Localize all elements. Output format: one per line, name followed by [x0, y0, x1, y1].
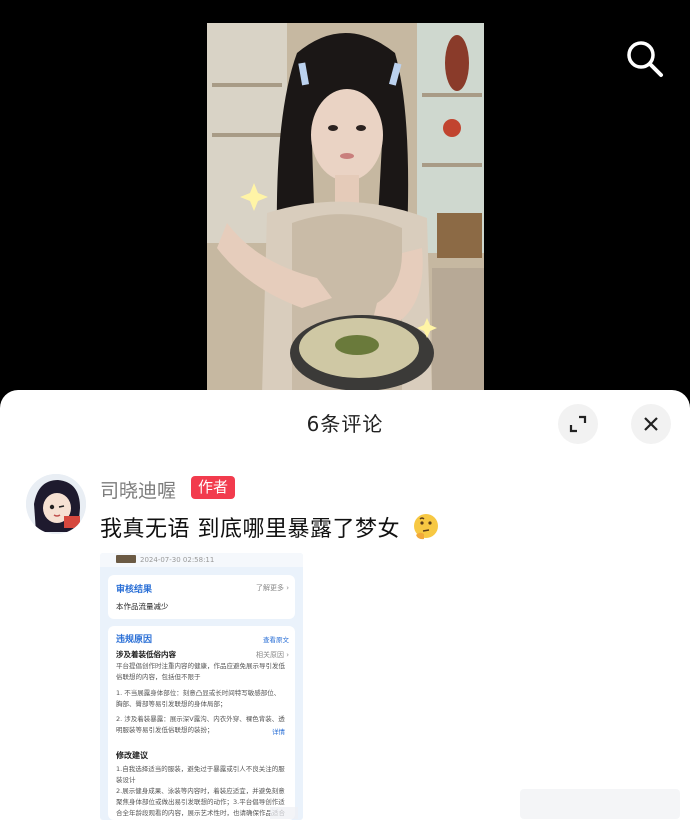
violation-description: 平台提倡创作时注重内容的健康，作品应避免展示导引发低俗联想的内容，包括但不限于 [116, 662, 285, 681]
violation-item-1: 1. 不当展露身体部位：刻意凸显或长时间特写敏感部位、胸部、臀部等易引发联想的身… [116, 689, 281, 708]
screen: 6条评论 司晓迪喔 作者 我真无语 到底哪里暴露了梦女 2024-07-30 0… [0, 0, 690, 830]
thinking-face-icon [413, 514, 438, 540]
video-frame-illustration [207, 23, 484, 395]
review-result-card: 审核结果 了解更多 › 本作品流量减少 [108, 575, 295, 619]
violation-original-link[interactable]: 查看原文 [263, 634, 289, 644]
suggestion-item-2: 2.展示健身成果、泳装等内容时，着装应适宜，并避免刻意聚焦身体部位或做出易引发联… [116, 787, 285, 817]
comment-text: 我真无语 到底哪里暴露了梦女 [100, 511, 440, 543]
comment-text-body: 我真无语 到底哪里暴露了梦女 [100, 517, 400, 542]
watermark-fragment [270, 807, 298, 819]
detail-link[interactable]: 详情 [272, 726, 285, 736]
expand-icon [569, 415, 587, 433]
author-badge: 作者 [191, 476, 236, 499]
close-icon [644, 417, 658, 431]
search-button[interactable] [622, 36, 666, 80]
expand-button[interactable] [558, 404, 598, 444]
violation-item-2: 2. 涉及着装暴露：展示深V露沟、内衣外穿、裸色背装、透明服装等易引发低俗联想的… [116, 715, 285, 734]
violation-reason-link[interactable]: 相关原因 › [256, 650, 289, 660]
avatar-illustration [26, 474, 86, 534]
suggestion-title: 修改建议 [116, 751, 148, 760]
violation-title: 违规原因 [116, 635, 153, 645]
review-result-text: 本作品流量减少 [116, 602, 169, 611]
avatar[interactable] [26, 474, 86, 534]
violation-subtitle: 涉及着装低俗内容 [116, 650, 176, 659]
violation-card: 违规原因 查看原文 涉及着装低俗内容 相关原因 › 平台提倡创作时注重内容的健康… [108, 626, 295, 820]
attachment-video-thumbnail [116, 555, 136, 563]
suggestion-item-1: 1.自我选择适当的服装，避免过于暴露或引人不良关注的服装设计 [116, 765, 285, 784]
attachment-timestamp: 2024-07-30 02:58:11 [100, 553, 303, 567]
review-title: 审核结果 [116, 585, 153, 595]
video-player[interactable] [207, 23, 484, 395]
close-button[interactable] [631, 404, 671, 444]
watermark [520, 789, 680, 819]
review-learn-more-link[interactable]: 了解更多 › [256, 583, 289, 593]
comments-sheet: 6条评论 司晓迪喔 作者 我真无语 到底哪里暴露了梦女 2024-07-30 0… [0, 390, 690, 830]
comment-username[interactable]: 司晓迪喔 [100, 476, 176, 503]
attached-screenshot-image[interactable]: 2024-07-30 02:58:11 审核结果 了解更多 › 本作品流量减少 … [100, 553, 303, 820]
attachment-timestamp-text: 2024-07-30 02:58:11 [140, 556, 215, 564]
search-icon [627, 41, 663, 77]
